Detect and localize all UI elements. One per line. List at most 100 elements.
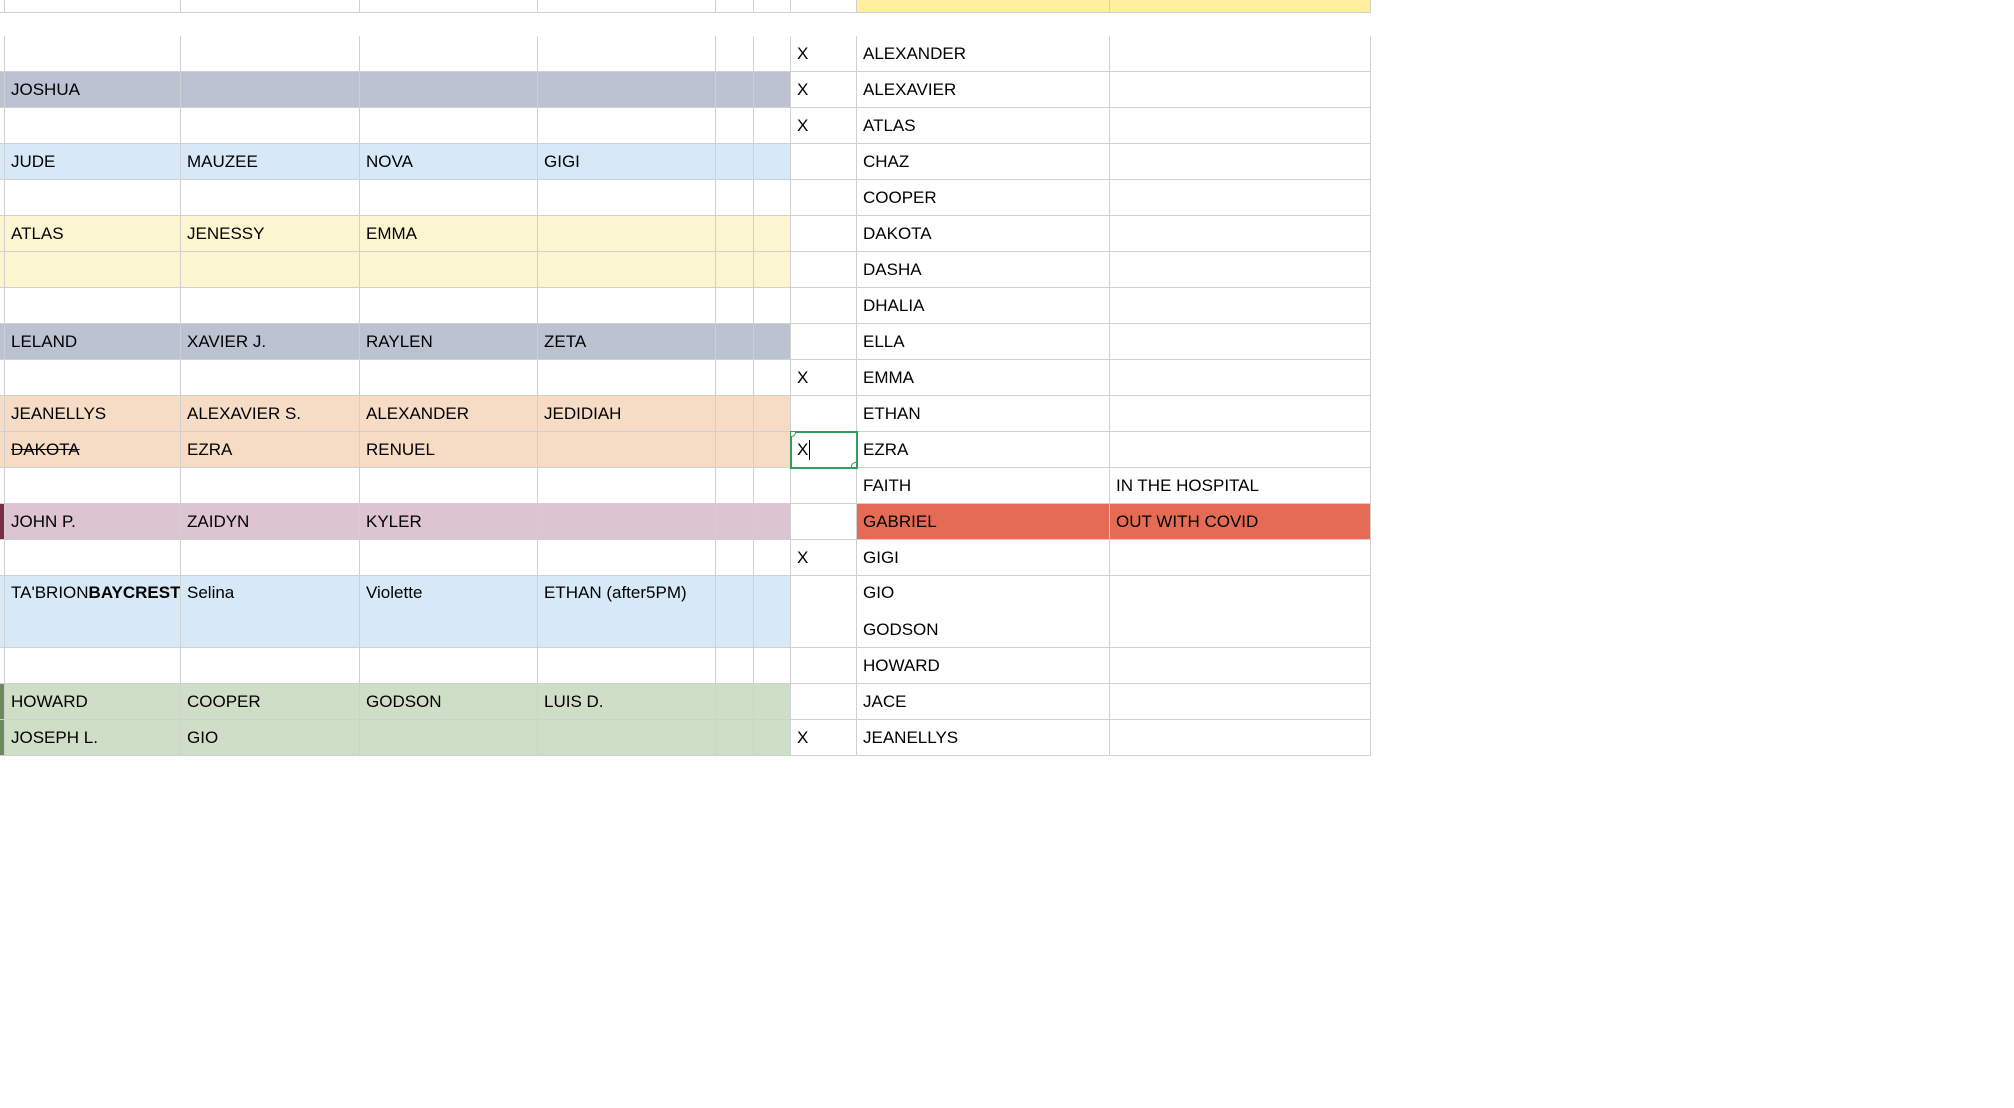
table-cell[interactable] [538,720,716,756]
table-cell[interactable] [754,684,791,720]
table-cell[interactable]: XAVIER J. [181,324,360,360]
table-cell[interactable] [716,684,754,720]
mark-cell[interactable]: X [791,360,857,396]
table-cell[interactable] [716,432,754,468]
table-cell[interactable] [538,72,716,108]
table-cell[interactable] [181,288,360,324]
note-cell[interactable] [1110,180,1371,216]
table-cell[interactable]: JEDIDIAH [538,396,716,432]
mark-cell[interactable] [791,216,857,252]
table-cell[interactable] [716,720,754,756]
table-cell[interactable]: JENESSY [181,216,360,252]
mark-cell[interactable]: X [791,36,857,72]
table-cell[interactable] [181,72,360,108]
table-cell[interactable]: NOVA [360,144,538,180]
table-cell[interactable]: RAYLEN [360,324,538,360]
table-cell[interactable] [360,252,538,288]
table-cell[interactable] [754,252,791,288]
table-cell[interactable] [360,36,538,72]
table-cell[interactable]: LUIS D. [538,684,716,720]
table-cell[interactable] [716,396,754,432]
note-cell[interactable] [1110,36,1371,72]
table-cell[interactable] [716,180,754,216]
header-cell[interactable] [1110,0,1371,13]
note-cell[interactable] [1110,72,1371,108]
mark-cell[interactable]: X [791,432,857,468]
table-cell[interactable] [716,144,754,180]
name-cell[interactable]: GABRIEL [857,504,1110,540]
mark-cell[interactable] [791,468,857,504]
table-cell[interactable] [538,504,716,540]
header-cell[interactable] [538,0,716,13]
table-cell[interactable]: JOSHUA [5,72,181,108]
table-cell[interactable] [716,648,754,684]
table-cell[interactable] [538,612,716,648]
table-cell[interactable] [538,288,716,324]
name-cell[interactable]: ALEXANDER [857,36,1110,72]
table-cell[interactable] [754,612,791,648]
table-cell[interactable] [538,108,716,144]
table-cell[interactable] [716,216,754,252]
header-cell[interactable] [5,0,181,13]
table-cell[interactable]: JOSEPH L. [5,720,181,756]
table-cell[interactable]: MAUZEE [181,144,360,180]
table-cell[interactable]: GIO [181,720,360,756]
mark-cell[interactable] [791,684,857,720]
table-cell[interactable] [754,216,791,252]
note-cell[interactable] [1110,108,1371,144]
table-cell[interactable] [360,648,538,684]
table-cell[interactable] [754,36,791,72]
table-cell[interactable] [754,396,791,432]
table-cell[interactable]: LELAND [5,324,181,360]
table-cell[interactable] [538,252,716,288]
table-cell[interactable] [754,468,791,504]
table-cell[interactable]: COOPER [181,684,360,720]
table-cell[interactable] [181,540,360,576]
table-cell[interactable]: ATLAS [5,216,181,252]
table-cell[interactable] [181,108,360,144]
name-cell[interactable]: ATLAS [857,108,1110,144]
table-cell[interactable] [360,468,538,504]
mark-cell[interactable] [791,648,857,684]
note-cell[interactable] [1110,684,1371,720]
name-cell[interactable]: ELLA [857,324,1110,360]
table-cell[interactable] [716,612,754,648]
name-cell[interactable]: DASHA [857,252,1110,288]
table-cell[interactable] [360,360,538,396]
note-cell[interactable] [1110,252,1371,288]
table-cell[interactable] [181,252,360,288]
header-cell[interactable] [791,0,857,13]
name-cell[interactable]: HOWARD [857,648,1110,684]
table-cell[interactable] [716,468,754,504]
table-cell[interactable] [716,36,754,72]
table-cell[interactable] [716,108,754,144]
table-cell[interactable] [181,612,360,648]
table-cell[interactable] [360,180,538,216]
table-cell[interactable] [360,108,538,144]
name-cell[interactable]: FAITH [857,468,1110,504]
note-cell[interactable] [1110,720,1371,756]
table-cell[interactable] [181,468,360,504]
table-cell[interactable] [181,180,360,216]
note-cell[interactable] [1110,432,1371,468]
table-cell[interactable] [360,612,538,648]
table-cell[interactable] [181,36,360,72]
note-cell[interactable] [1110,216,1371,252]
table-cell[interactable] [538,540,716,576]
table-cell[interactable]: JUDE [5,144,181,180]
table-cell[interactable] [754,180,791,216]
table-cell[interactable] [360,72,538,108]
table-cell[interactable] [754,72,791,108]
table-cell[interactable] [754,324,791,360]
mark-cell[interactable] [791,324,857,360]
header-cell[interactable] [754,0,791,13]
table-cell[interactable] [754,360,791,396]
header-cell[interactable] [716,0,754,13]
table-cell[interactable] [5,288,181,324]
table-cell[interactable] [538,468,716,504]
table-cell[interactable]: ZETA [538,324,716,360]
table-cell[interactable] [538,180,716,216]
table-cell[interactable]: GODSON [360,684,538,720]
mark-cell[interactable] [791,180,857,216]
name-cell[interactable]: CHAZ [857,144,1110,180]
